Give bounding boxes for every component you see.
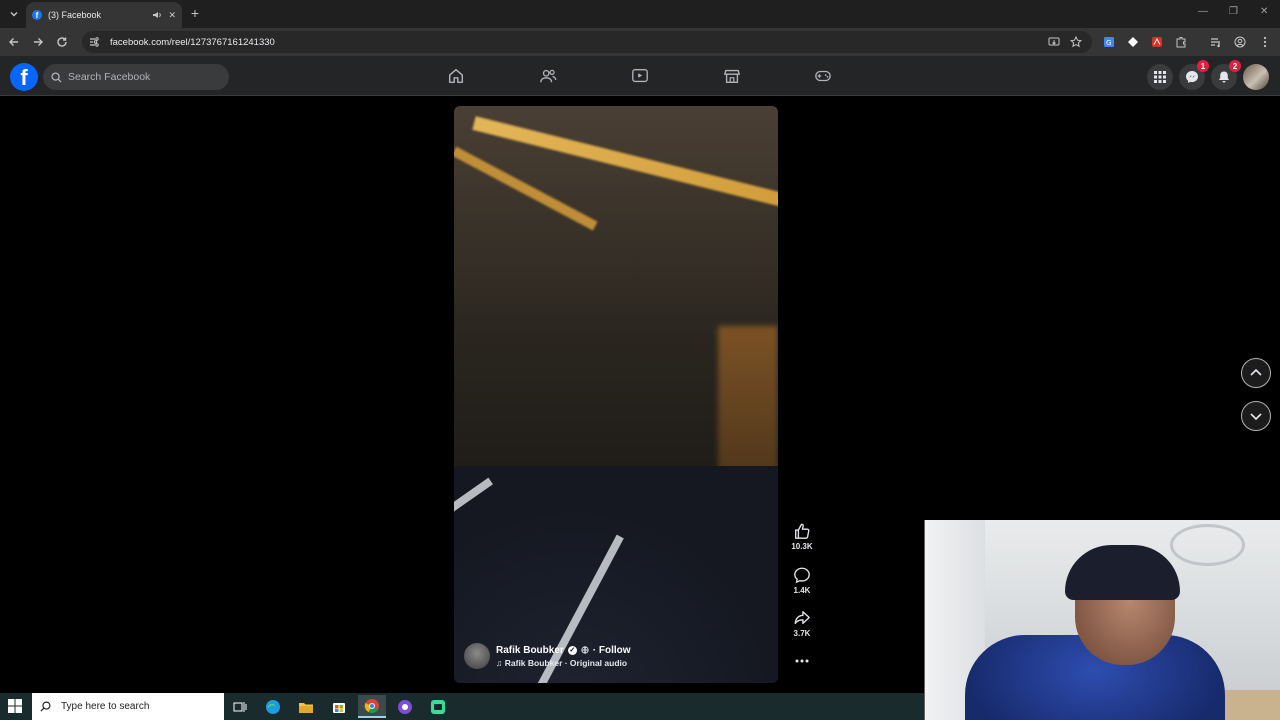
browser-toolbar: facebook.com/reel/1273767161241330 G	[0, 28, 1280, 56]
arrow-left-icon	[9, 38, 18, 46]
bookmark-star-icon[interactable]	[1068, 34, 1084, 50]
video-icon	[632, 69, 648, 83]
share-icon	[794, 611, 810, 625]
url-text: facebook.com/reel/1273767161241330	[110, 36, 275, 48]
reload-icon	[57, 37, 67, 47]
home-icon	[448, 68, 464, 84]
restore-icon[interactable]: ❐	[1229, 6, 1238, 17]
bell-icon	[1219, 71, 1229, 83]
share-count: 3.7K	[793, 629, 811, 638]
svg-text:G: G	[1106, 39, 1111, 47]
previous-reel-button[interactable]	[1241, 358, 1271, 388]
windows-start-icon[interactable]	[8, 699, 22, 713]
nav-friends[interactable]	[537, 65, 559, 87]
video-frame-detail	[454, 146, 598, 231]
profile-icon[interactable]	[1232, 34, 1248, 50]
notifications-badge: 2	[1229, 60, 1241, 72]
nav-marketplace[interactable]	[721, 65, 743, 87]
taskbar-search-placeholder: Type here to search	[61, 701, 150, 712]
browser-tab[interactable]: f (3) Facebook ✕	[26, 2, 182, 28]
facebook-logo[interactable]: f	[10, 63, 38, 91]
search-icon	[40, 701, 51, 712]
notifications-button[interactable]: 2	[1211, 60, 1241, 90]
store-icon[interactable]	[325, 695, 353, 718]
task-view-icon[interactable]	[226, 695, 254, 718]
like-action[interactable]: 10.3K	[788, 522, 816, 551]
gaming-icon	[815, 70, 831, 82]
forward-button[interactable]	[29, 33, 47, 51]
file-explorer-icon[interactable]	[292, 695, 320, 718]
chevron-up-icon	[1250, 368, 1262, 376]
extensions-puzzle-icon[interactable]	[1173, 34, 1189, 50]
author-name[interactable]: Rafik Boubker	[496, 645, 564, 656]
next-reel-button[interactable]	[1241, 401, 1271, 431]
globe-icon	[581, 646, 589, 654]
facebook-search[interactable]	[43, 64, 229, 90]
search-icon	[51, 71, 62, 83]
arrow-right-icon	[34, 38, 43, 46]
author-avatar[interactable]	[464, 643, 490, 669]
comment-action[interactable]: 1.4K	[788, 566, 816, 595]
browser-tab-strip: f (3) Facebook ✕ + — ❐ ✕	[0, 0, 1280, 28]
friends-icon	[540, 69, 557, 83]
more-dots-icon	[795, 659, 809, 663]
facebook-favicon-icon: f	[32, 10, 42, 20]
reel-author-info: Rafik Boubker ✓ · Follow ♫ Rafik Boubker…	[464, 643, 631, 669]
nav-gaming[interactable]	[812, 65, 834, 87]
nav-home[interactable]	[445, 65, 467, 87]
messenger-button[interactable]: 1	[1179, 60, 1209, 90]
chevron-down-icon	[1250, 413, 1262, 421]
webcam-overlay	[924, 520, 1280, 720]
windows-taskbar: Type here to search	[0, 693, 924, 720]
music-note-icon: ♫	[496, 657, 503, 668]
tab-search-button[interactable]	[4, 4, 24, 24]
reload-button[interactable]	[53, 33, 71, 51]
verified-icon: ✓	[567, 645, 577, 655]
audio-label: Rafik Boubker · Original audio	[504, 657, 628, 668]
nav-video[interactable]	[629, 65, 651, 87]
marketplace-icon	[723, 69, 741, 83]
reel-video[interactable]: Rafik Boubker ✓ · Follow ♫ Rafik Boubker…	[454, 106, 778, 683]
messenger-icon	[1186, 71, 1198, 83]
minimize-icon[interactable]: —	[1198, 6, 1208, 17]
video-frame-detail	[472, 116, 778, 208]
thumbs-up-icon	[795, 523, 810, 539]
webcam-person-hair	[1065, 545, 1180, 600]
translate-extension-icon[interactable]: G	[1101, 34, 1117, 50]
comment-icon	[794, 567, 810, 584]
comment-count: 1.4K	[793, 586, 811, 595]
messenger-badge: 1	[1197, 60, 1209, 72]
menu-button[interactable]	[1147, 64, 1173, 90]
chevron-down-icon	[10, 12, 18, 17]
site-info-icon[interactable]	[88, 36, 104, 48]
menu-dots-icon[interactable]	[1257, 34, 1273, 50]
audio-info[interactable]: ♫ Rafik Boubker · Original audio	[496, 658, 631, 668]
follow-link[interactable]: · Follow	[593, 645, 631, 656]
facebook-header: f 1 2	[0, 56, 1280, 96]
tab-title: (3) Facebook	[48, 10, 102, 20]
pdf-extension-icon[interactable]	[1149, 34, 1165, 50]
media-queue-icon[interactable]	[1208, 34, 1224, 50]
address-bar[interactable]: facebook.com/reel/1273767161241330	[82, 31, 1092, 53]
speaker-icon[interactable]	[152, 10, 162, 20]
close-window-icon[interactable]: ✕	[1260, 6, 1268, 17]
new-tab-button[interactable]: +	[187, 5, 203, 21]
more-options-button[interactable]	[788, 655, 816, 669]
close-tab-icon[interactable]: ✕	[168, 10, 176, 21]
like-count: 10.3K	[791, 542, 813, 551]
share-action[interactable]: 3.7K	[788, 609, 816, 638]
extension-diamond-icon[interactable]	[1125, 34, 1141, 50]
account-avatar[interactable]	[1243, 64, 1269, 90]
chrome-icon[interactable]	[358, 695, 386, 718]
install-app-icon[interactable]	[1046, 34, 1062, 50]
ceiling-lamp	[1170, 524, 1245, 566]
taskbar-search[interactable]: Type here to search	[32, 693, 224, 720]
grid-menu-icon	[1154, 71, 1166, 83]
search-input[interactable]	[68, 71, 218, 83]
app-icon[interactable]	[391, 695, 419, 718]
back-button[interactable]	[5, 33, 23, 51]
app-icon[interactable]	[424, 695, 452, 718]
edge-icon[interactable]	[259, 695, 287, 718]
